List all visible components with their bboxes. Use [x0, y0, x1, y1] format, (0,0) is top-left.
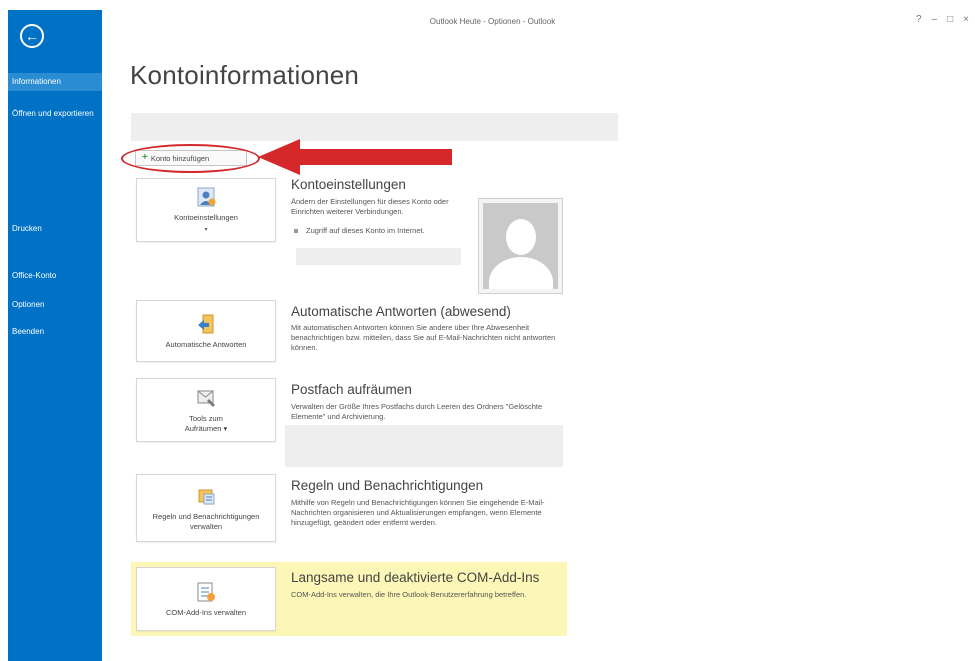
- section-heading: Automatische Antworten (abwesend): [291, 304, 511, 319]
- sidebar-item-label: Office-Konto: [12, 271, 57, 280]
- section-heading: Kontoeinstellungen: [291, 177, 406, 192]
- cleanup-tools-icon: [197, 390, 215, 407]
- automatic-replies-button[interactable]: Automatische Antworten: [136, 300, 276, 362]
- close-icon[interactable]: ×: [963, 14, 969, 25]
- bullet-icon: [294, 229, 298, 234]
- tile-label: Regeln und Benachrichtigungen verwalten: [152, 511, 260, 531]
- web-access-label: Zugriff auf dieses Konto im Internet.: [306, 226, 425, 235]
- section-com-addins: COM-Add-Ins verwalten Langsame und deakt…: [131, 562, 567, 636]
- annotation-circle: [121, 144, 260, 173]
- sidebar-item-office-konto[interactable]: Office-Konto: [8, 267, 102, 285]
- redacted-area: [285, 425, 563, 467]
- section-rules-alerts: Regeln und Benachrichtigungen verwalten …: [131, 474, 567, 554]
- annotation-arrow-icon: [258, 139, 452, 175]
- chevron-down-icon: ▾: [204, 226, 208, 233]
- tile-label: Automatische Antworten: [165, 339, 247, 349]
- section-description: Ändern der Einstellungen für dieses Kont…: [291, 197, 449, 216]
- cleanup-tools-button[interactable]: Tools zum Aufräumen ▾: [136, 378, 276, 442]
- section-description: Mithilfe von Regeln und Benachrichtigung…: [291, 498, 545, 527]
- sidebar-item-oeffnen-exportieren[interactable]: Öffnen und exportieren: [8, 105, 102, 123]
- rules-alerts-icon: [198, 489, 215, 504]
- manage-rules-button[interactable]: Regeln und Benachrichtigungen verwalten: [136, 474, 276, 542]
- account-selector[interactable]: [131, 113, 618, 141]
- sidebar-item-beenden[interactable]: Beenden: [8, 323, 102, 341]
- account-settings-icon: [197, 187, 216, 206]
- page-title: Kontoinformationen: [130, 60, 360, 90]
- window-title: Outlook Heute - Optionen - Outlook: [429, 17, 556, 26]
- section-description: Verwalten der Größe Ihres Postfachs durc…: [291, 402, 543, 421]
- sidebar-item-drucken[interactable]: Drucken: [8, 220, 102, 238]
- avatar-body-icon: [488, 257, 553, 289]
- com-addins-icon: [197, 582, 215, 601]
- sidebar-item-optionen[interactable]: Optionen: [8, 296, 102, 314]
- tile-label: COM-Add-Ins verwalten: [165, 607, 247, 617]
- profile-picture[interactable]: [478, 198, 563, 294]
- sidebar-item-label: Informationen: [12, 77, 61, 86]
- tile-label: Kontoeinstellungen: [174, 212, 238, 222]
- avatar-head-icon: [505, 219, 536, 255]
- account-settings-button[interactable]: Kontoeinstellungen ▾: [136, 178, 276, 242]
- section-heading: Regeln und Benachrichtigungen: [291, 478, 484, 493]
- window-controls: ? – □ ×: [916, 14, 969, 25]
- automatic-replies-icon: [198, 314, 214, 333]
- section-heading: Langsame und deaktivierte COM-Add-Ins: [291, 570, 540, 585]
- maximize-icon[interactable]: □: [947, 14, 953, 25]
- avatar: [483, 203, 558, 289]
- section-heading: Postfach aufräumen: [291, 382, 412, 397]
- manage-com-addins-button[interactable]: COM-Add-Ins verwalten: [136, 567, 276, 631]
- help-icon[interactable]: ?: [916, 14, 922, 25]
- section-automatic-replies: Automatische Antworten Automatische Antw…: [131, 300, 567, 370]
- section-description: Mit automatischen Antworten können Sie a…: [291, 323, 556, 352]
- sidebar-item-label: Beenden: [12, 327, 45, 336]
- section-description: COM-Add-Ins verwalten, die Ihre Outlook-…: [291, 590, 527, 599]
- web-access-link[interactable]: Zugriff auf dieses Konto im Internet.: [294, 226, 425, 235]
- sidebar-item-label: Optionen: [12, 300, 45, 309]
- section-mailbox-cleanup: Tools zum Aufräumen ▾ Postfach aufräumen…: [131, 378, 567, 468]
- backstage-sidebar: ← Informationen Öffnen und exportieren D…: [8, 10, 102, 661]
- sidebar-item-informationen[interactable]: Informationen: [8, 73, 102, 91]
- tile-label: Tools zum Aufräumen ▾: [184, 413, 228, 433]
- sidebar-item-label: Drucken: [12, 224, 42, 233]
- back-arrow-icon[interactable]: ←: [20, 24, 44, 48]
- sidebar-item-label: Öffnen und exportieren: [12, 109, 94, 118]
- redacted-area: [296, 248, 461, 265]
- minimize-icon[interactable]: –: [932, 14, 938, 25]
